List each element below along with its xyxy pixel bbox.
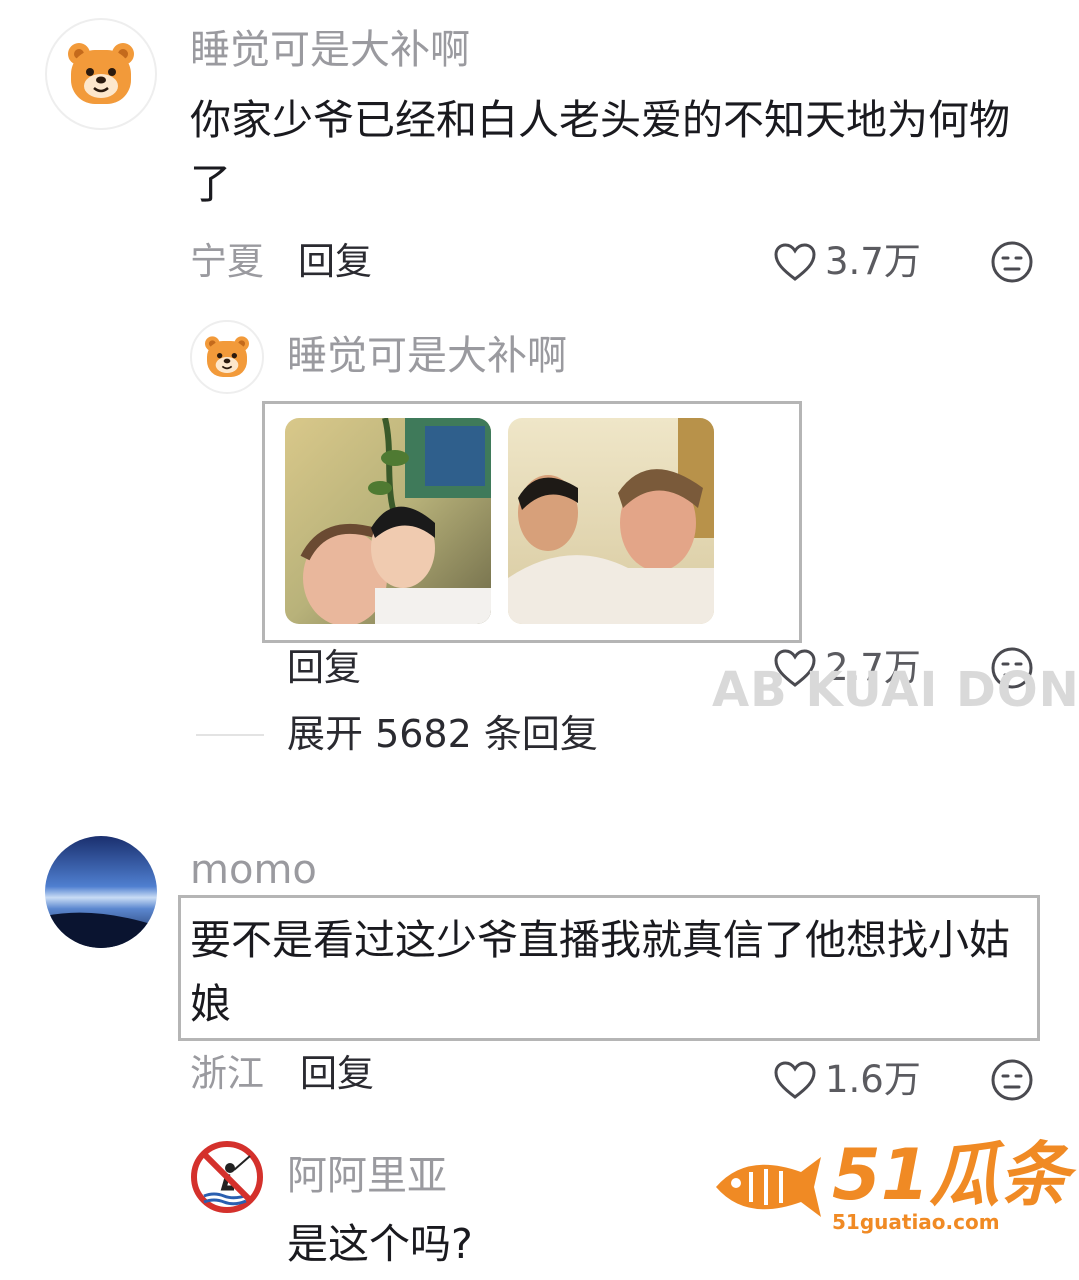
reply-image[interactable] (285, 418, 491, 624)
reply-button[interactable]: 回复 (287, 646, 361, 690)
bear-avatar-icon (68, 43, 134, 104)
brand-name: 51瓜条 (832, 1134, 1070, 1216)
divider-line (196, 734, 264, 736)
reply-image[interactable] (508, 418, 714, 624)
like-count: 1.6万 (825, 1058, 921, 1101)
comment-username[interactable]: momo (190, 846, 317, 894)
comment-location: 浙江 (190, 1052, 264, 1095)
user-avatar[interactable] (45, 18, 157, 130)
reply-button[interactable]: 回复 (300, 1052, 374, 1096)
selfie-photo-2 (508, 418, 714, 624)
bear-avatar-icon (205, 336, 249, 377)
comment-text: 你家少爷已经和白人老头爱的不知天地为何物了 (190, 96, 1010, 208)
heart-icon (774, 1061, 816, 1099)
like-count: 3.7万 (825, 240, 921, 283)
user-avatar[interactable] (45, 836, 157, 948)
brand-url: 51guatiao.com (832, 1210, 1000, 1234)
comment-location: 宁夏 (190, 240, 264, 283)
brand-watermark: 51瓜条 51guatiao.com (706, 1140, 1069, 1234)
reply-username[interactable]: 阿阿里亚 (287, 1152, 447, 1200)
watermark-text: AB KUAI DONG (712, 662, 1079, 718)
emoji-react-icon[interactable] (990, 240, 1034, 284)
like-button[interactable]: 3.7万 (773, 240, 921, 284)
heart-icon (774, 243, 816, 281)
reply-username[interactable]: 睡觉可是大补啊 (287, 332, 567, 380)
emoji-react-icon[interactable] (990, 1058, 1034, 1102)
reply-text: 是这个吗? (287, 1220, 473, 1268)
reply-avatar[interactable] (190, 1140, 264, 1214)
reply-button[interactable]: 回复 (298, 240, 372, 284)
expand-replies-button[interactable]: 展开 5682 条回复 (287, 712, 598, 756)
fish-logo-icon (716, 1157, 821, 1217)
reply-avatar[interactable] (190, 320, 264, 394)
like-button[interactable]: 1.6万 (773, 1058, 921, 1102)
no-fishing-sign-icon (191, 1141, 263, 1213)
comment-username[interactable]: 睡觉可是大补啊 (190, 26, 470, 74)
sky-avatar-icon (45, 836, 157, 948)
selfie-photo-1 (285, 418, 491, 624)
comment-text: 要不是看过这少爷直播我就真信了他想找小姑娘 (190, 916, 1010, 1028)
